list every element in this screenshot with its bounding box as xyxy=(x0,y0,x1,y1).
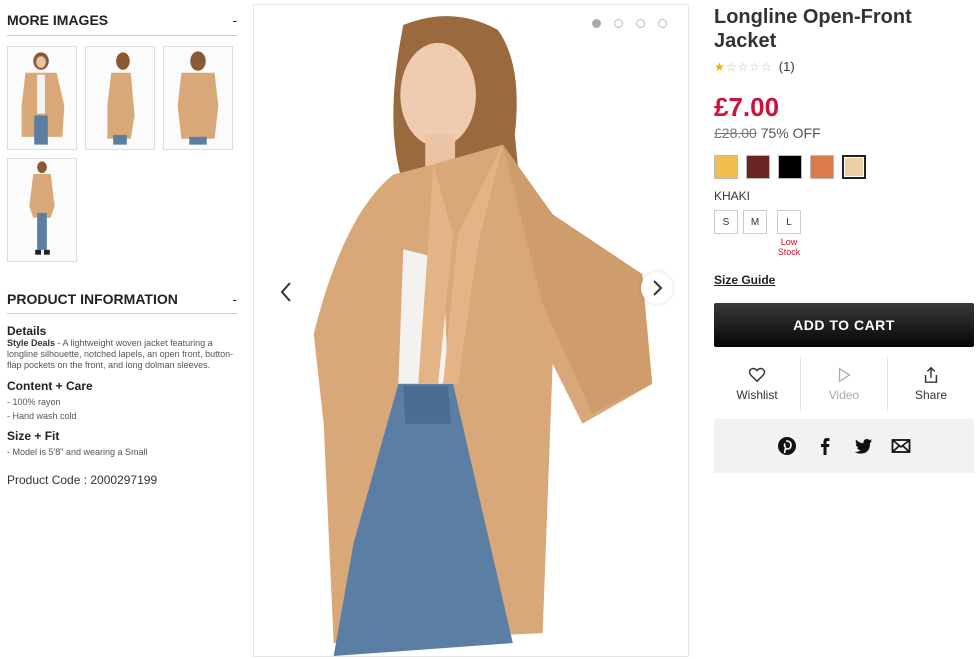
size-options: S M L Low Stock xyxy=(714,210,974,257)
size-option: S xyxy=(714,210,738,257)
carousel-dot[interactable] xyxy=(636,19,645,28)
color-swatch-burgundy[interactable] xyxy=(746,155,770,179)
thumbnail-back[interactable] xyxy=(163,46,233,150)
size-option: L Low Stock xyxy=(772,210,806,257)
product-information-body: Details Style Deals - A lightweight wove… xyxy=(7,324,237,487)
share-button[interactable]: Share xyxy=(888,357,974,411)
collapse-toggle[interactable]: - xyxy=(232,12,237,28)
content-item: - 100% rayon xyxy=(7,397,61,407)
content-item: - Hand wash cold xyxy=(7,411,77,421)
thumbnail-side[interactable] xyxy=(85,46,155,150)
details-heading: Details xyxy=(7,324,47,338)
color-swatch-black[interactable] xyxy=(778,155,802,179)
color-swatch-rust[interactable] xyxy=(810,155,834,179)
color-swatches xyxy=(714,155,974,179)
size-button-l[interactable]: L xyxy=(777,210,801,234)
content-care-heading: Content + Care xyxy=(7,379,93,393)
action-row: Wishlist Video Share xyxy=(714,357,974,411)
video-button[interactable]: Video xyxy=(801,357,888,411)
size-fit-heading: Size + Fit xyxy=(7,429,60,443)
review-count: (1) xyxy=(778,59,795,74)
thumbnail-front[interactable] xyxy=(7,46,77,150)
heart-icon xyxy=(748,367,766,383)
more-images-title: MORE IMAGES xyxy=(7,11,109,28)
share-icon xyxy=(924,366,938,383)
email-icon[interactable] xyxy=(891,436,911,456)
sale-price: £7.00 xyxy=(714,92,780,122)
carousel-dot[interactable] xyxy=(614,19,623,28)
wishlist-button[interactable]: Wishlist xyxy=(714,357,801,411)
product-information-header[interactable]: PRODUCT INFORMATION - xyxy=(7,284,237,314)
next-arrow-icon[interactable] xyxy=(641,272,673,304)
selected-color-name: KHAKI xyxy=(714,189,751,203)
carousel-dots xyxy=(592,19,667,28)
carousel-dot[interactable] xyxy=(658,19,667,28)
original-price: £28.00 xyxy=(714,125,757,141)
collapse-toggle[interactable]: - xyxy=(232,291,237,307)
more-images-header[interactable]: MORE IMAGES - xyxy=(7,0,237,36)
details-text: Style Deals - A lightweight woven jacket… xyxy=(7,338,237,371)
original-price-row: £28.00 75% OFF xyxy=(714,125,974,141)
play-icon xyxy=(838,367,851,383)
size-guide-link[interactable]: Size Guide xyxy=(714,273,775,287)
share-label: Share xyxy=(914,388,948,402)
star-rating-icon: ★☆☆☆☆ xyxy=(714,59,773,74)
fit-item: - Model is 5'8" and wearing a Small xyxy=(7,447,148,457)
pinterest-icon[interactable] xyxy=(777,436,797,456)
video-label: Video xyxy=(828,388,860,402)
previous-arrow-icon[interactable] xyxy=(276,277,296,307)
carousel-dot[interactable] xyxy=(592,19,601,28)
discount-label: 75% OFF xyxy=(760,125,821,141)
product-panel: Longline Open-Front Jacket ★☆☆☆☆ (1) £7.… xyxy=(714,5,974,473)
color-swatch-khaki[interactable] xyxy=(842,155,866,179)
low-stock-label: Low Stock xyxy=(777,237,801,257)
wishlist-label: Wishlist xyxy=(736,388,778,402)
model-photo xyxy=(254,5,688,656)
color-swatch-yellow[interactable] xyxy=(714,155,738,179)
thumbnail-full[interactable] xyxy=(7,158,77,262)
rating-row[interactable]: ★☆☆☆☆ (1) xyxy=(714,59,974,74)
product-title: Longline Open-Front Jacket xyxy=(714,6,912,52)
size-option: M xyxy=(743,210,767,257)
size-button-m[interactable]: M xyxy=(743,210,767,234)
left-column: MORE IMAGES - PRODUCT INFORMATION - Deta… xyxy=(7,0,237,487)
main-product-image[interactable] xyxy=(253,4,689,657)
social-share-bar xyxy=(714,419,974,473)
facebook-icon[interactable] xyxy=(815,436,835,456)
thumbnail-list xyxy=(7,46,241,262)
product-information-title: PRODUCT INFORMATION xyxy=(7,290,178,307)
product-code: Product Code : 2000297199 xyxy=(7,473,158,487)
details-lead: Style Deals xyxy=(7,338,56,348)
twitter-icon[interactable] xyxy=(853,436,873,456)
add-to-cart-button[interactable]: ADD TO CART xyxy=(714,303,974,347)
size-button-s[interactable]: S xyxy=(714,210,738,234)
